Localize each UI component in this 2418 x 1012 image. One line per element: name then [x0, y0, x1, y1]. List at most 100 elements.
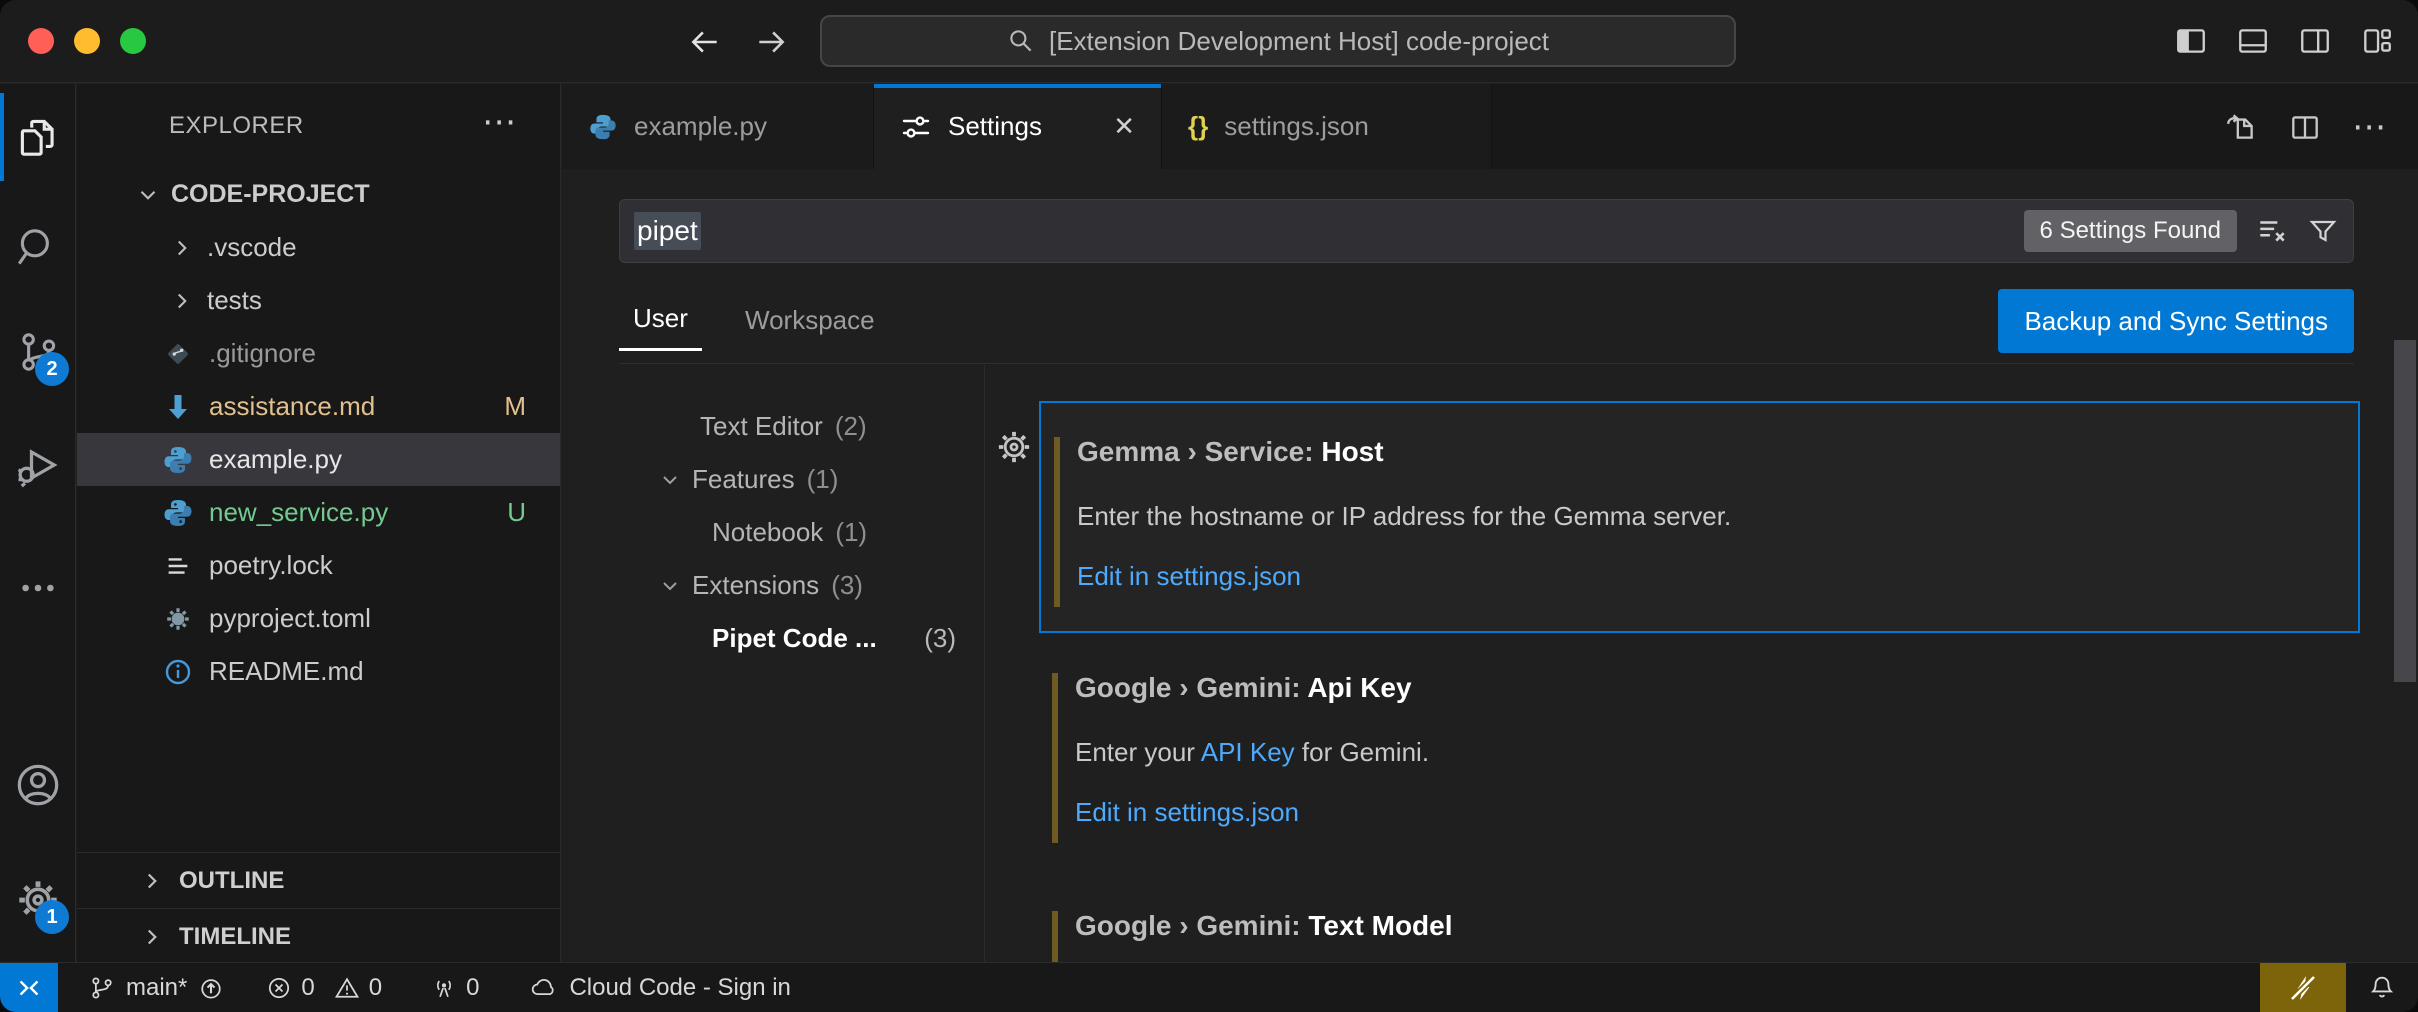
toc-count: (1)	[835, 517, 867, 548]
python-file-icon	[161, 496, 195, 530]
activity-explorer[interactable]	[0, 87, 75, 187]
setting-name: Host	[1321, 436, 1383, 467]
activity-more[interactable]	[0, 538, 75, 638]
setting-category: Gemma › Service:	[1077, 436, 1321, 467]
tab-example-py[interactable]: example.py	[562, 84, 874, 169]
navigate-forward-icon[interactable]	[754, 25, 788, 59]
git-branch-status[interactable]: main*	[88, 963, 225, 1012]
tree-item-assistance-md[interactable]: assistance.md M	[77, 380, 560, 433]
layout-controls	[2174, 24, 2394, 58]
clear-search-icon[interactable]	[2255, 214, 2289, 248]
power-saver-warning[interactable]	[2260, 963, 2346, 1012]
tree-root-code-project[interactable]: CODE-PROJECT	[77, 168, 560, 221]
editor-actions: ⋯	[2224, 84, 2418, 169]
settings-content: Text Editor (2) Features (1) Notebook (1…	[562, 365, 2418, 962]
setting-name: Text Model	[1308, 910, 1452, 941]
close-tab-icon[interactable]: ✕	[1113, 111, 1135, 142]
activity-run-debug[interactable]	[0, 415, 75, 515]
settings-badge: 1	[35, 900, 69, 934]
settings-found-badge: 6 Settings Found	[2024, 210, 2237, 252]
remote-indicator[interactable]	[0, 963, 58, 1012]
api-key-link[interactable]: API Key	[1201, 737, 1295, 767]
activity-source-control[interactable]: 2	[0, 302, 75, 402]
explorer-title: EXPLORER	[169, 112, 304, 140]
tree-item-example-py[interactable]: example.py	[77, 433, 560, 486]
toggle-secondary-sidebar-icon[interactable]	[2298, 24, 2332, 58]
edit-in-settings-json-link[interactable]: Edit in settings.json	[1077, 561, 1301, 592]
radio-tower-icon	[430, 974, 458, 1002]
explorer-actions-icon[interactable]: ⋯	[482, 102, 518, 142]
toc-features[interactable]: Features (1)	[562, 453, 984, 506]
outline-section-header[interactable]: OUTLINE	[77, 852, 560, 908]
chevron-down-icon	[658, 468, 682, 492]
warnings-icon	[333, 974, 361, 1002]
file-label: README.md	[209, 656, 364, 687]
ports-status[interactable]: 0	[430, 963, 479, 1012]
setting-category: Google › Gemini:	[1075, 910, 1308, 941]
open-settings-json-icon[interactable]	[2224, 110, 2258, 144]
notifications-bell[interactable]	[2346, 963, 2418, 1012]
tab-label: settings.json	[1224, 111, 1369, 142]
publish-changes-icon	[197, 974, 225, 1002]
toggle-panel-icon[interactable]	[2236, 24, 2270, 58]
errors-count: 0	[301, 974, 314, 1002]
timeline-section-header[interactable]: TIMELINE	[77, 908, 560, 964]
tab-bar: example.py Settings ✕ {} settings.json	[562, 84, 2418, 169]
settings-editor: pipet 6 Settings Found User Workspace Ba…	[562, 169, 2418, 962]
chevron-down-icon	[135, 182, 161, 208]
window-minimize-button[interactable]	[74, 28, 100, 54]
scope-tab-workspace[interactable]: Workspace	[731, 289, 889, 351]
markdown-file-icon	[161, 390, 195, 424]
backup-sync-settings-button[interactable]: Backup and Sync Settings	[1998, 289, 2354, 353]
scope-tab-user[interactable]: User	[619, 289, 702, 351]
setting-gear-icon[interactable]	[992, 425, 1036, 469]
setting-gemini-api-key[interactable]: Google › Gemini: Api Key Enter your API …	[1039, 639, 2360, 871]
more-actions-icon[interactable]: ⋯	[2352, 107, 2388, 147]
navigate-back-icon[interactable]	[688, 25, 722, 59]
window-zoom-button[interactable]	[120, 28, 146, 54]
settings-search-value: pipet	[634, 212, 701, 250]
activity-settings[interactable]: 1	[0, 850, 75, 950]
tree-item-new-service-py[interactable]: new_service.py U	[77, 486, 560, 539]
explorer-sidebar: EXPLORER ⋯ CODE-PROJECT .vscode tes	[77, 84, 561, 962]
status-right	[2260, 963, 2418, 1012]
tree-item-poetry-lock[interactable]: poetry.lock	[77, 539, 560, 592]
edit-in-settings-json-link[interactable]: Edit in settings.json	[1075, 797, 1299, 828]
toc-notebook[interactable]: Notebook (1)	[562, 506, 984, 559]
tree-item-readme-md[interactable]: README.md	[77, 645, 560, 698]
timeline-label: TIMELINE	[179, 923, 291, 951]
customize-layout-icon[interactable]	[2360, 24, 2394, 58]
description-text: for Gemini.	[1295, 737, 1429, 767]
settings-sliders-icon	[900, 111, 932, 143]
tab-settings[interactable]: Settings ✕	[874, 84, 1162, 169]
tree-item-pyproject-toml[interactable]: pyproject.toml	[77, 592, 560, 645]
tree-item-tests[interactable]: tests	[77, 274, 560, 327]
toc-label: Features	[692, 464, 795, 495]
toggle-sidebar-icon[interactable]	[2174, 24, 2208, 58]
cloud-code-status[interactable]: Cloud Code - Sign in	[529, 963, 790, 1012]
tab-settings-json[interactable]: {} settings.json	[1162, 84, 1492, 169]
file-tree: CODE-PROJECT .vscode tests .gitignore	[77, 168, 560, 698]
command-center-search[interactable]: [Extension Development Host] code-projec…	[820, 15, 1736, 67]
toc-count: (3)	[831, 570, 863, 601]
setting-title: Google › Gemini: Api Key	[1075, 672, 1412, 704]
scrollbar-thumb[interactable]	[2394, 340, 2416, 682]
window-close-button[interactable]	[28, 28, 54, 54]
activity-accounts[interactable]	[0, 735, 75, 835]
setting-gemma-service-host[interactable]: Gemma › Service: Host Enter the hostname…	[1039, 401, 2360, 633]
tree-item-vscode[interactable]: .vscode	[77, 221, 560, 274]
settings-search-input[interactable]: pipet 6 Settings Found	[619, 199, 2354, 263]
toc-text-editor[interactable]: Text Editor (2)	[562, 400, 984, 453]
problems-status[interactable]: 0 0	[265, 963, 382, 1012]
setting-gemini-text-model[interactable]: Google › Gemini: Text Model	[1039, 877, 2360, 962]
activity-search[interactable]	[0, 198, 75, 298]
debug-icon	[12, 439, 64, 491]
chevron-down-icon	[658, 574, 682, 598]
toc-extensions[interactable]: Extensions (3)	[562, 559, 984, 612]
filter-icon[interactable]	[2307, 215, 2339, 247]
toc-count: (1)	[807, 464, 839, 495]
git-status-badge: M	[504, 391, 526, 422]
split-editor-icon[interactable]	[2288, 110, 2322, 144]
toc-pipet-code[interactable]: Pipet Code ... (3)	[562, 612, 984, 665]
tree-item-gitignore[interactable]: .gitignore	[77, 327, 560, 380]
